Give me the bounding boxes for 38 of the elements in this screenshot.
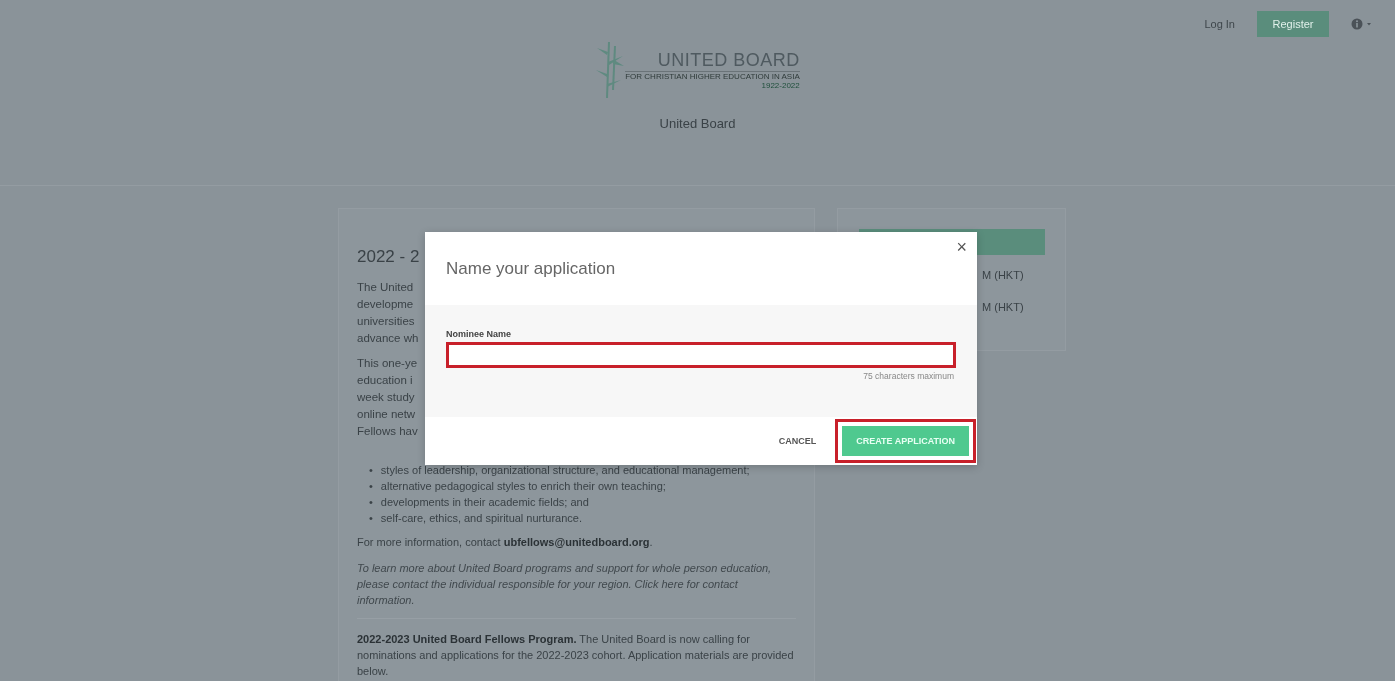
paragraph-line: education i bbox=[357, 373, 413, 388]
login-link[interactable]: Log In bbox=[1204, 18, 1235, 30]
deadline-text: M (HKT) bbox=[982, 301, 1025, 313]
contact-note: To learn more about United Board programs and support for whole person education, please contact the individual responsible for your region. Click here for contact information. bbox=[357, 561, 773, 608]
program-title: 2022 - 2 bbox=[357, 247, 421, 267]
logo-tagline: FOR CHRISTIAN HIGHER EDUCATION IN ASIA bbox=[625, 71, 800, 81]
character-limit-hint: 75 characters maximum bbox=[863, 371, 954, 381]
organization-name: United Board bbox=[659, 116, 736, 131]
bullet-marker: • bbox=[369, 495, 373, 510]
paragraph-line: The United bbox=[357, 280, 414, 295]
bullet-item: self-care, ethics, and spiritual nurturance. bbox=[380, 511, 582, 526]
paragraph-line: week study bbox=[357, 390, 415, 405]
bullet-item: developments in their academic fields; and bbox=[380, 495, 589, 510]
paragraph-line: developme bbox=[357, 297, 414, 312]
paragraph-line: advance wh bbox=[357, 331, 419, 346]
info-dropdown-icon[interactable] bbox=[1351, 18, 1373, 30]
bullet-marker: • bbox=[369, 511, 373, 526]
bamboo-logo-icon bbox=[595, 40, 626, 100]
contact-text: For more information, contact ubfellows@unitedboard.org. bbox=[357, 535, 654, 550]
register-button[interactable]: Register bbox=[1257, 11, 1329, 37]
bullet-item: alternative pedagogical styles to enrich their own teaching; bbox=[380, 479, 666, 494]
bullet-marker: • bbox=[369, 463, 373, 478]
logo-wordmark: UNITED BOARD bbox=[657, 50, 800, 71]
announcement-text: 2022-2023 United Board Fellows Program. The United Board is now calling for nominations and applications for the 2022-2023 cohort. Application materials are provided below. bbox=[357, 632, 795, 679]
field-label: Nominee Name bbox=[446, 329, 513, 339]
create-application-button[interactable]: CREATE APPLICATION bbox=[842, 426, 969, 456]
nominee-name-input[interactable] bbox=[446, 342, 956, 368]
paragraph-line: universities bbox=[357, 314, 415, 329]
close-button[interactable]: × bbox=[952, 236, 971, 258]
bullet-marker: • bbox=[369, 479, 373, 494]
dialog-title: Name your application bbox=[446, 258, 616, 279]
paragraph-line: Fellows hav bbox=[357, 424, 418, 439]
bullet-item: styles of leadership, organizational structure, and educational management; bbox=[380, 463, 750, 478]
cancel-button[interactable]: CANCEL bbox=[772, 430, 823, 452]
paragraph-line: This one-ye bbox=[357, 356, 418, 371]
deadline-text: M (HKT) bbox=[982, 269, 1025, 281]
logo-years: 1922-2022 bbox=[761, 81, 800, 90]
paragraph-line: online netw bbox=[357, 407, 416, 422]
